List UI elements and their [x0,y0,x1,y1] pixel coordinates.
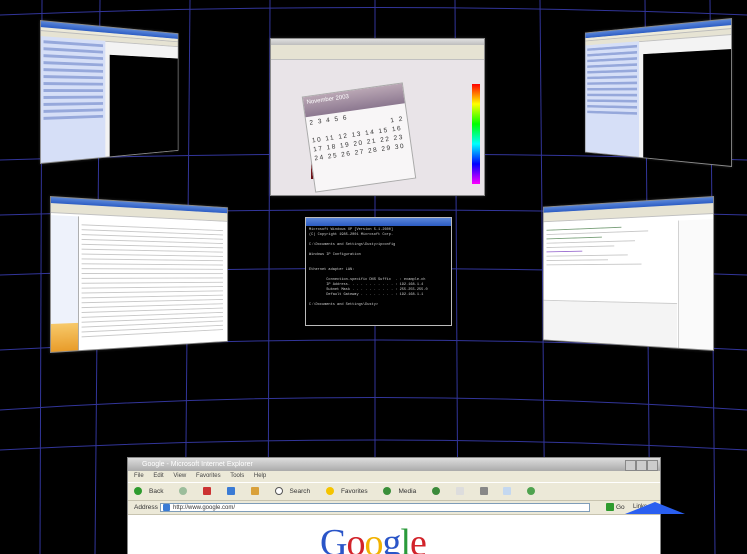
media-label: Media [398,488,417,495]
window-internet-explorer[interactable]: Google - Microsoft Internet Explorer Fil… [127,457,661,554]
page-icon [163,504,170,511]
ie-titlebar[interactable]: Google - Microsoft Internet Explorer [128,458,660,471]
outline-pane [677,219,714,350]
favorites-button[interactable]: Favorites [325,487,375,496]
history-icon [432,487,441,496]
address-input[interactable]: http://www.google.com/ [160,503,590,512]
ie-address-bar: Address http://www.google.com/ Go Links [128,501,660,515]
calendar-widget: November 2003 2 3 4 5 6 1 2 10 11 12 13 … [301,82,417,193]
maximize-button[interactable] [636,460,647,471]
favorites-label: Favorites [340,488,368,495]
ie-toolbar: Back Search Favorites Media [128,482,660,501]
window-command-prompt[interactable]: Microsoft Windows XP [Version 5.1.2600] … [305,217,452,326]
menu-tools[interactable]: Tools [230,473,244,479]
ie-menubar: File Edit View Favorites Tools Help [128,471,660,482]
search-icon [274,487,283,496]
content-area [109,54,178,157]
search-label: Search [289,488,311,495]
menu-favorites[interactable]: Favorites [196,473,221,479]
color-palette [472,84,480,184]
media-button[interactable]: Media [383,487,423,496]
minimize-button[interactable] [625,460,636,471]
problems-pane [543,299,678,348]
mail-icon [455,487,464,496]
window-mail-client[interactable] [50,196,228,353]
media-icon [383,487,392,496]
close-button[interactable] [647,460,658,471]
home-icon [250,487,259,496]
window-explorer-top-right[interactable] [584,18,732,167]
back-arrow-icon [134,487,142,496]
menu-help[interactable]: Help [254,473,266,479]
forward-button[interactable] [179,487,194,496]
refresh-icon [226,487,235,496]
window-code-editor[interactable] [542,196,714,351]
menu-file[interactable]: File [134,473,144,479]
refresh-button[interactable] [226,487,242,496]
stop-icon [203,487,212,496]
ie-page-content: Google [128,515,660,554]
home-button[interactable] [250,487,266,496]
menu-view[interactable]: View [173,473,186,479]
folder-pane [50,215,79,352]
go-arrow-icon [606,503,614,512]
console-output: Microsoft Windows XP [Version 5.1.2600] … [309,228,428,307]
edit-button[interactable] [503,487,518,496]
ie-title: Google - Microsoft Internet Explorer [142,461,253,468]
content-area [643,49,732,166]
go-button[interactable]: Go [606,501,625,514]
go-label: Go [616,504,625,511]
google-logo: Google [320,522,427,554]
window-toolbar [271,45,484,60]
menu-edit[interactable]: Edit [153,473,163,479]
shortcut-bar [50,322,79,352]
window-explorer-top-left[interactable] [40,20,179,164]
window-graphics-editor[interactable]: November 2003 2 3 4 5 6 1 2 10 11 12 13 … [270,38,485,196]
task-pane [40,36,106,163]
edit-icon [503,487,512,496]
task-pane [585,41,640,157]
star-icon [325,487,334,496]
print-icon [479,487,488,496]
window-titlebar[interactable] [306,218,451,226]
desktop-3d-view: November 2003 2 3 4 5 6 1 2 10 11 12 13 … [0,0,747,554]
stop-button[interactable] [203,487,218,496]
code-area [546,221,677,299]
forward-arrow-icon [179,487,188,496]
history-button[interactable] [432,487,447,496]
address-url: http://www.google.com/ [173,505,236,511]
back-button[interactable]: Back [134,487,170,496]
print-button[interactable] [479,487,495,496]
messenger-button[interactable] [527,487,542,496]
switcher-arrow-icon[interactable] [625,502,685,514]
search-button[interactable]: Search [274,487,318,496]
back-label: Back [149,488,164,495]
messenger-icon [527,487,536,496]
message-list [81,220,224,341]
address-label: Address [134,504,158,511]
mail-button[interactable] [455,487,471,496]
